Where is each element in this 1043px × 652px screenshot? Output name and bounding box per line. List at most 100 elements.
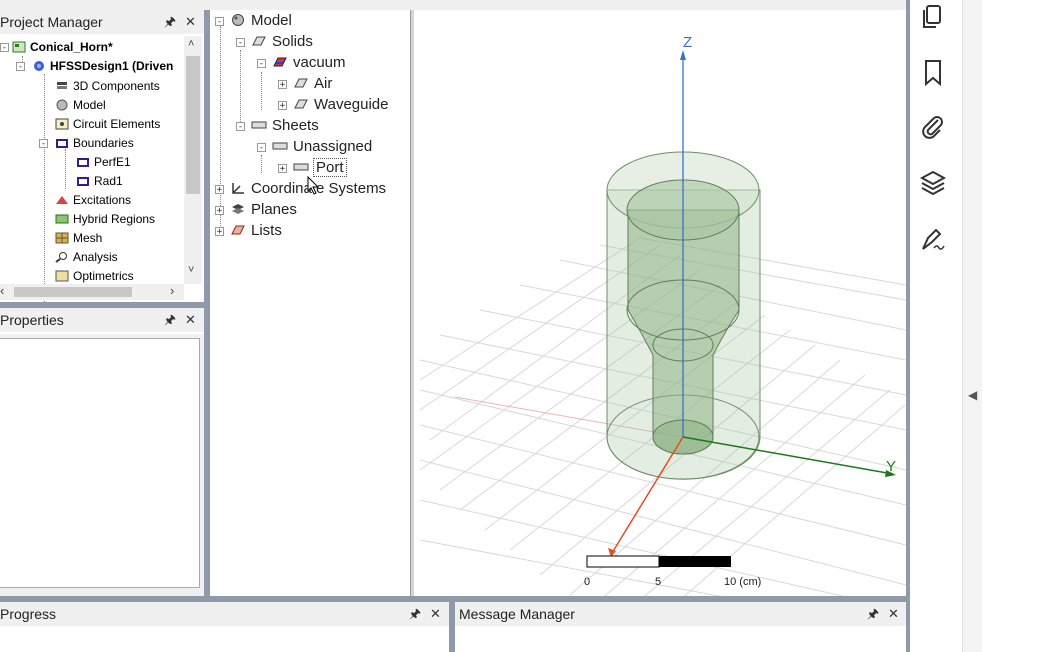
tree-item-label: Rad1 [94,174,123,188]
close-icon[interactable]: ✕ [185,10,196,34]
coordinate-icon [232,183,244,194]
tree-item-perfe1[interactable]: PerfE1 [76,155,131,169]
tree-item-circuit-elements[interactable]: Circuit Elements [55,117,160,131]
tree-item-lists[interactable]: Lists [230,222,282,239]
vertical-scrollbar[interactable]: ˄ ˅ [184,36,202,284]
material-icon [273,57,287,67]
scale-bar [586,555,731,568]
tree-item-rad1[interactable]: Rad1 [76,174,123,188]
tree-item-waveguide[interactable]: Waveguide [293,96,389,113]
solid-icon [252,36,266,46]
tree-item-label: Waveguide [314,96,389,113]
sheet-icon [293,163,309,171]
tree-item-label: Air [314,75,333,92]
tree-item-solids[interactable]: Solids [251,33,313,50]
pin-icon[interactable]: 🖈︎ [867,602,879,626]
tree-item-label: Model [251,12,292,29]
tree-item-label: Hybrid Regions [73,212,156,226]
layers-icon[interactable] [918,168,948,198]
tree-item-label: Unassigned [293,138,373,155]
circuit-icon [55,118,69,130]
tree-item-label: Excitations [73,193,132,207]
tree-item-label: Port [313,158,347,177]
tree-item-sheets[interactable]: Sheets [251,117,319,134]
tree-item-label: Mesh [73,231,103,245]
tree-item-unassigned[interactable]: Unassigned [272,138,372,155]
tree-item-design[interactable]: HFSSDesign1 (Driven [32,59,173,73]
3d-viewport[interactable]: Z Y 0 5 10 (cm) [414,10,906,596]
tree-item-excitations[interactable]: Excitations [55,193,131,207]
signature-icon[interactable] [918,224,948,254]
tree-item-hybrid-regions[interactable]: Hybrid Regions [55,212,155,226]
tree-item-model[interactable]: Model [230,12,292,29]
message-manager-panel [455,626,906,652]
tree-item-analysis[interactable]: Analysis [55,250,118,264]
tree-item-port[interactable]: Port [293,158,347,177]
scroll-thumb[interactable] [14,287,132,297]
message-manager-title: Message Manager [459,606,575,622]
tree-item-label: Lists [251,222,282,239]
tree-item-label: Boundaries [73,136,134,150]
properties-panel [0,334,204,596]
tree-item-label: Planes [251,201,297,218]
tree-item-project[interactable]: Conical_Horn* [12,40,113,54]
collapse-strip: ◀ [962,0,982,652]
hfss-design-icon [34,61,44,71]
tree-item-3d-components[interactable]: 3D Components [55,79,160,93]
tree-item-optimetrics[interactable]: Optimetrics [55,269,134,283]
pin-icon[interactable]: 🖈︎ [164,308,176,332]
scroll-left-icon[interactable]: ‹ [0,283,4,298]
pages-icon[interactable] [918,2,948,32]
progress-panel [0,626,449,652]
components-icon [57,82,67,89]
close-icon[interactable]: ✕ [185,308,196,332]
model-icon [56,99,68,111]
hybrid-icon [55,214,69,224]
message-manager-header: Message Manager 🖈︎ ✕ [455,602,906,626]
project-manager-header: Project Manager 🖈︎ ✕ [0,10,204,34]
tree-item-vacuum[interactable]: vacuum [272,54,346,71]
bookmark-icon[interactable] [918,58,948,88]
scroll-right-icon[interactable]: › [170,283,174,298]
tree-item-label: HFSSDesign1 (Driven [50,59,174,73]
excitation-icon [56,196,68,204]
z-axis-label: Z [683,34,693,51]
y-axis-label: Y [886,458,897,475]
pin-icon[interactable]: 🖈︎ [409,602,421,626]
scale-tick-5: 5 [655,576,662,588]
model-icon [232,14,244,26]
properties-title: Properties [0,312,64,328]
tree-item-model[interactable]: Model [55,98,106,112]
boundary-icon [77,158,89,167]
mesh-icon [55,232,69,244]
scroll-down-icon[interactable]: ˅ [188,264,194,276]
tree-item-mesh[interactable]: Mesh [55,231,102,245]
model-tree: - Model - Solids - vacuum + Air + Wavegu… [210,10,410,596]
planes-icon [232,204,244,214]
tree-item-label: Circuit Elements [73,117,161,131]
progress-title: Progress [0,606,57,622]
tree-item-boundaries[interactable]: Boundaries [55,136,134,150]
close-icon[interactable]: ✕ [888,602,899,626]
lists-icon [231,225,245,235]
horizontal-scrollbar[interactable]: ‹ › [0,283,184,300]
tree-item-label: 3D Components [73,79,160,93]
properties-header: Properties 🖈︎ ✕ [0,308,204,332]
pin-icon[interactable]: 🖈︎ [164,10,176,34]
scale-tick-10: 10 (cm) [724,576,762,588]
properties-content [0,338,200,588]
sheet-icon [272,142,288,150]
tree-item-planes[interactable]: Planes [230,201,297,218]
close-icon[interactable]: ✕ [430,602,441,626]
model-view [419,50,906,596]
tree-item-air[interactable]: Air [293,75,332,92]
title-strip [0,0,910,10]
mouse-cursor-icon [307,176,320,195]
scroll-up-icon[interactable]: ˄ [188,38,194,50]
collapse-arrow-icon[interactable]: ◀ [968,388,977,402]
solid-icon [294,99,308,109]
scroll-thumb[interactable] [186,56,200,194]
attachment-icon[interactable] [918,112,948,142]
boundary-icon [56,139,68,148]
project-tree: - Conical_Horn* - HFSSDesign1 (Driven 3D… [0,36,204,318]
